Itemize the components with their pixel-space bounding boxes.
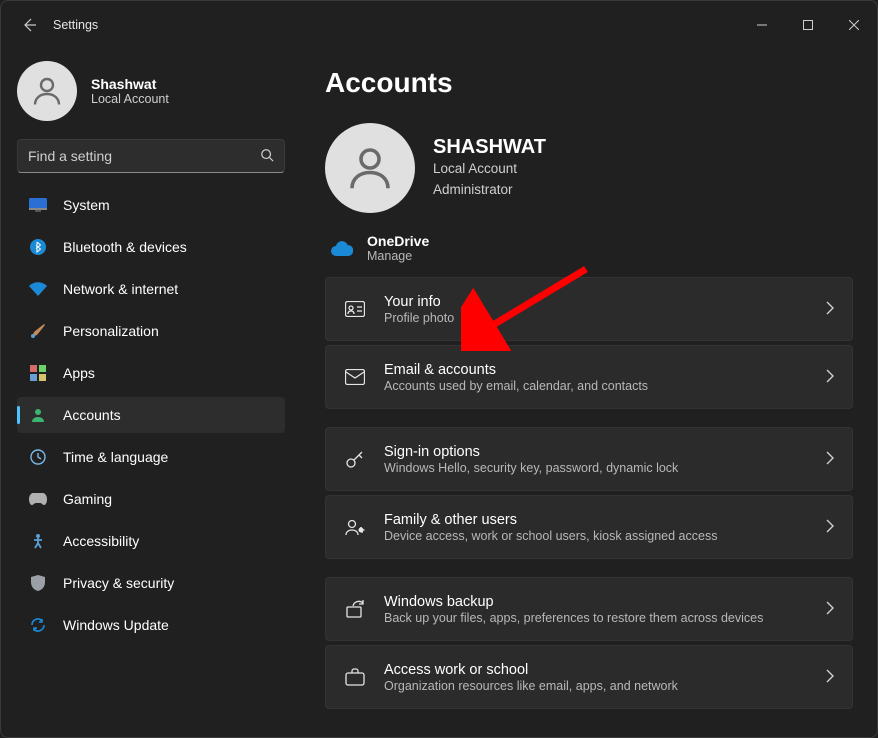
card-email-accounts[interactable]: Email & accounts Accounts used by email,…: [325, 345, 853, 409]
sidebar-nav: System Bluetooth & devices Network & int…: [17, 187, 285, 643]
card-sub: Accounts used by email, calendar, and co…: [384, 379, 808, 393]
chevron-right-icon: [826, 669, 834, 686]
nav-label: Time & language: [63, 449, 168, 465]
card-sub: Device access, work or school users, kio…: [384, 529, 808, 543]
sidebar-item-apps[interactable]: Apps: [17, 355, 285, 391]
profile-name: Shashwat: [91, 76, 169, 92]
card-title: Your info: [384, 294, 808, 310]
search-input[interactable]: [28, 148, 260, 164]
key-icon: [344, 448, 366, 470]
update-icon: [29, 616, 47, 634]
card-family-users[interactable]: Family & other users Device access, work…: [325, 495, 853, 559]
nav-label: Gaming: [63, 491, 112, 507]
account-header: SHASHWAT Local Account Administrator: [325, 123, 853, 213]
settings-cards: Your info Profile photo Email & accounts…: [325, 277, 853, 709]
person-icon: [343, 141, 397, 195]
card-your-info[interactable]: Your info Profile photo: [325, 277, 853, 341]
back-button[interactable]: [9, 5, 49, 45]
close-button[interactable]: [831, 9, 877, 41]
onedrive-title: OneDrive: [367, 233, 429, 249]
page-title: Accounts: [325, 67, 853, 99]
chevron-right-icon: [826, 601, 834, 618]
card-title: Email & accounts: [384, 362, 808, 378]
shield-icon: [29, 574, 47, 592]
nav-label: System: [63, 197, 110, 213]
accessibility-icon: [29, 532, 47, 550]
maximize-button[interactable]: [785, 9, 831, 41]
chevron-right-icon: [826, 369, 834, 386]
chevron-right-icon: [826, 301, 834, 318]
briefcase-icon: [344, 666, 366, 688]
minimize-icon: [757, 20, 767, 30]
window-controls: [739, 9, 877, 41]
window-title: Settings: [53, 18, 98, 32]
avatar-large: [325, 123, 415, 213]
brush-icon: [29, 322, 47, 340]
nav-label: Windows Update: [63, 617, 169, 633]
nav-label: Accounts: [63, 407, 121, 423]
nav-label: Network & internet: [63, 281, 178, 297]
nav-label: Bluetooth & devices: [63, 239, 187, 255]
sidebar-item-gaming[interactable]: Gaming: [17, 481, 285, 517]
chevron-right-icon: [826, 451, 834, 468]
sidebar-item-system[interactable]: System: [17, 187, 285, 223]
card-sub: Back up your files, apps, preferences to…: [384, 611, 808, 625]
sidebar-item-accessibility[interactable]: Accessibility: [17, 523, 285, 559]
chevron-right-icon: [826, 519, 834, 536]
card-windows-backup[interactable]: Windows backup Back up your files, apps,…: [325, 577, 853, 641]
titlebar: Settings: [1, 1, 877, 49]
sidebar-item-bluetooth[interactable]: Bluetooth & devices: [17, 229, 285, 265]
card-sub: Profile photo: [384, 311, 808, 325]
card-title: Windows backup: [384, 594, 808, 610]
sidebar-item-network[interactable]: Network & internet: [17, 271, 285, 307]
avatar: [17, 61, 77, 121]
gamepad-icon: [29, 490, 47, 508]
bluetooth-icon: [29, 238, 47, 256]
card-work-school[interactable]: Access work or school Organization resou…: [325, 645, 853, 709]
card-title: Family & other users: [384, 512, 808, 528]
cloud-icon: [331, 237, 353, 259]
clock-icon: [29, 448, 47, 466]
card-title: Sign-in options: [384, 444, 808, 460]
nav-label: Accessibility: [63, 533, 139, 549]
user-type: Local Account: [433, 159, 546, 179]
card-sub: Windows Hello, security key, password, d…: [384, 461, 808, 475]
person-icon: [29, 73, 65, 109]
sidebar-item-time[interactable]: Time & language: [17, 439, 285, 475]
nav-label: Privacy & security: [63, 575, 174, 591]
onedrive-row[interactable]: OneDrive Manage: [325, 231, 853, 277]
card-signin-options[interactable]: Sign-in options Windows Hello, security …: [325, 427, 853, 491]
profile-type: Local Account: [91, 92, 169, 106]
nav-label: Apps: [63, 365, 95, 381]
apps-icon: [29, 364, 47, 382]
maximize-icon: [803, 20, 813, 30]
main-content: Accounts SHASHWAT Local Account Administ…: [301, 49, 877, 737]
wifi-icon: [29, 280, 47, 298]
sidebar-item-update[interactable]: Windows Update: [17, 607, 285, 643]
sidebar-item-personalization[interactable]: Personalization: [17, 313, 285, 349]
minimize-button[interactable]: [739, 9, 785, 41]
card-sub: Organization resources like email, apps,…: [384, 679, 808, 693]
card-title: Access work or school: [384, 662, 808, 678]
search-icon: [260, 148, 274, 165]
person-icon: [29, 406, 47, 424]
mail-icon: [344, 366, 366, 388]
nav-label: Personalization: [63, 323, 159, 339]
id-icon: [344, 298, 366, 320]
backup-icon: [344, 598, 366, 620]
people-icon: [344, 516, 366, 538]
onedrive-sub: Manage: [367, 249, 429, 263]
user-role: Administrator: [433, 180, 546, 200]
sidebar-profile[interactable]: Shashwat Local Account: [17, 59, 285, 139]
sidebar: Shashwat Local Account System Bluetoot: [1, 49, 301, 737]
sidebar-item-accounts[interactable]: Accounts: [17, 397, 285, 433]
search-box[interactable]: [17, 139, 285, 173]
close-icon: [849, 20, 859, 30]
user-name: SHASHWAT: [433, 136, 546, 159]
monitor-icon: [29, 196, 47, 214]
sidebar-item-privacy[interactable]: Privacy & security: [17, 565, 285, 601]
arrow-left-icon: [21, 17, 37, 33]
